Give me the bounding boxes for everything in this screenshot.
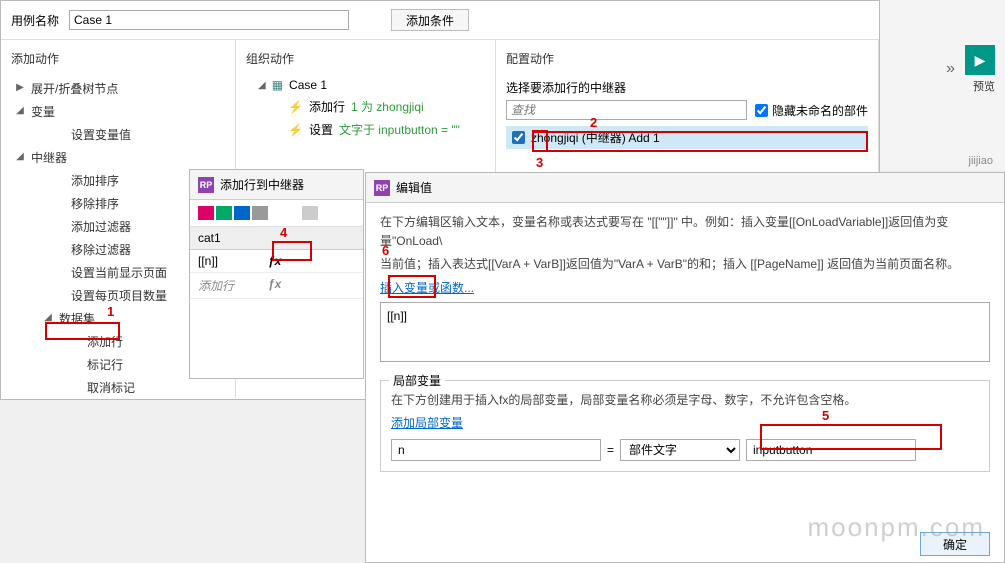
grid-add-row[interactable]: 添加行 ƒx	[190, 273, 363, 299]
instruction-2: 当前值；插入表达式[[VarA + VarB]]返回值为"VarA + VarB…	[380, 255, 990, 274]
tree-repeater[interactable]: ◢中继器	[13, 146, 235, 169]
menu-icon[interactable]: »	[946, 60, 955, 78]
local-var-type-select[interactable]: 部件文字	[620, 439, 740, 461]
case-action-addrow[interactable]: ⚡ 添加行 1 为 zhongjiqi	[236, 95, 495, 118]
case-name-label: 用例名称	[11, 12, 59, 29]
chevron-down-icon: ◢	[13, 151, 27, 162]
tree-expand-collapse[interactable]: ▶展开/折叠树节点	[13, 77, 235, 100]
rp-icon: RP	[374, 180, 390, 196]
right-panel: » ▶ 预览	[875, 0, 1005, 170]
repeater-item-label: zhongjiqi (中继器) Add 1	[531, 129, 660, 146]
rp-icon: RP	[198, 177, 214, 193]
configure-action-header: 配置动作	[496, 46, 878, 71]
repeater-item-check[interactable]	[512, 131, 525, 144]
chevron-right-icon: ▶	[13, 82, 27, 93]
fx-button[interactable]: ƒx	[268, 277, 281, 294]
hide-unnamed-check[interactable]	[755, 104, 768, 117]
jiijiao-label: jiijiao	[969, 155, 993, 167]
add-row-modal-title: 添加行到中继器	[220, 176, 304, 193]
preview-label: 预览	[973, 78, 995, 94]
repeater-item-row[interactable]: zhongjiqi (中继器) Add 1	[506, 126, 868, 149]
instruction-1: 在下方编辑区输入文本，变量名称或表达式要写在 "[[""]]" 中。例如：插入变…	[380, 213, 990, 251]
case-action-settext[interactable]: ⚡ 设置 文字于 inputbutton = ""	[236, 118, 495, 141]
case-label: Case 1	[289, 78, 327, 92]
grid-col-header: cat1	[198, 231, 268, 245]
organize-action-header: 组织动作	[236, 46, 495, 71]
edit-value-modal-title: 编辑值	[396, 179, 432, 196]
expression-textarea[interactable]: [[n]]	[380, 302, 990, 362]
fx-button[interactable]: ƒx	[268, 254, 281, 268]
tree-set-var[interactable]: 设置变量值	[47, 123, 235, 146]
equals-label: =	[607, 443, 614, 457]
find-input[interactable]	[506, 100, 747, 120]
preview-button[interactable]: ▶	[965, 45, 995, 75]
hide-unnamed-checkbox[interactable]: 隐藏未命名的部件	[755, 102, 868, 119]
add-row-modal: RP 添加行到中继器 cat1 [[n]] ƒx 添加行 ƒx	[189, 169, 364, 379]
add-condition-button[interactable]: 添加条件	[391, 9, 469, 31]
ok-button[interactable]: 确定	[920, 532, 990, 556]
lightning-icon: ⚡	[288, 123, 303, 137]
grid-row[interactable]: [[n]] ƒx	[190, 250, 363, 273]
add-local-var-link[interactable]: 添加局部变量	[391, 416, 463, 430]
grid-cell-value: [[n]]	[198, 254, 268, 268]
local-var-name-input[interactable]	[391, 439, 601, 461]
case-row[interactable]: ◢ ▦ Case 1	[236, 75, 495, 95]
edit-value-modal: RP 编辑值 在下方编辑区输入文本，变量名称或表达式要写在 "[[""]]" 中…	[365, 172, 1005, 563]
chevron-down-icon: ◢	[13, 105, 27, 116]
lightning-icon: ⚡	[288, 100, 303, 114]
chevron-down-icon: ◢	[41, 312, 55, 323]
local-variables-fieldset: 局部变量 在下方创建用于插入fx的局部变量，局部变量名称必须是字母、数字，不允许…	[380, 380, 990, 472]
local-variables-header: 局部变量	[389, 372, 445, 389]
local-var-instruction: 在下方创建用于插入fx的局部变量，局部变量名称必须是字母、数字，不允许包含空格。	[391, 391, 979, 410]
insert-variable-link[interactable]: 插入变量或函数...	[380, 281, 474, 295]
select-repeater-label: 选择要添加行的中继器	[506, 75, 868, 100]
local-var-target-input[interactable]	[746, 439, 916, 461]
chevron-down-icon: ◢	[258, 80, 266, 91]
tree-variable[interactable]: ◢变量	[13, 100, 235, 123]
case-name-input[interactable]	[69, 10, 349, 30]
toolbar	[190, 200, 363, 227]
tree-unmark-row[interactable]: 取消标记	[63, 376, 235, 398]
add-action-header: 添加动作	[1, 46, 235, 71]
